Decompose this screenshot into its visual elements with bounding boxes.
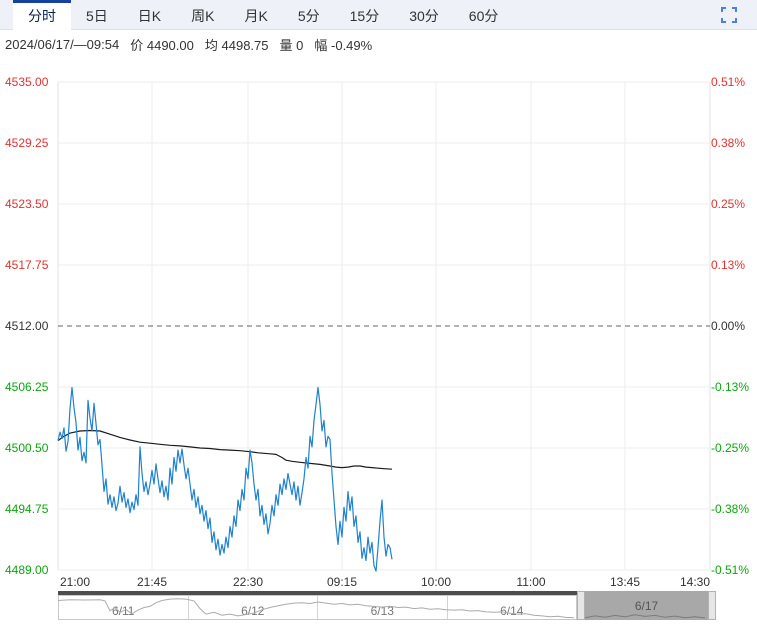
quote-change: 幅 -0.49% [314,37,373,53]
x-axis-time-label: 13:45 [609,575,641,589]
tab-5min[interactable]: 5分 [283,0,335,29]
x-axis-time-label: 10:00 [420,575,452,589]
y-axis-price-label: 4523.50 [5,197,49,211]
tab-30min[interactable]: 30分 [394,0,454,29]
quote-info-bar: 2024/06/17/—09:54 价 4490.00 均 4498.75 量 … [0,30,757,58]
y-axis-price-label: 4489.00 [5,563,49,577]
tab-60min[interactable]: 60分 [454,0,514,29]
tab-5day[interactable]: 5日 [71,0,123,29]
tab-weekly-k[interactable]: 周K [176,0,229,29]
navigator-day-6-14[interactable]: 6/14 [448,596,577,619]
navigator-day-6-11[interactable]: 6/11 [59,596,189,619]
quote-price: 价 4490.00 [130,37,194,53]
x-axis-time-label: 21:45 [136,575,168,589]
y-axis-price-label: 4506.25 [5,380,49,394]
x-axis-time-label: 11:00 [516,575,546,589]
period-tab-bar: 分时 5日 日K 周K 月K 5分 15分 30分 60分 [0,0,757,30]
y-axis-percent-label: 0.25% [711,197,746,211]
navigator-day-6-12[interactable]: 6/12 [189,596,318,619]
x-axis-time-label: 21:00 [59,575,91,589]
y-axis-percent-label: -0.51% [711,563,750,577]
y-axis-percent-label: 0.38% [711,136,746,150]
tab-minute[interactable]: 分时 [13,0,71,30]
y-axis-percent-label: -0.25% [711,441,750,455]
navigator-selected-range: 6/17 [577,591,716,620]
y-axis-percent-label: 0.51% [711,75,746,89]
tab-daily-k[interactable]: 日K [123,0,176,29]
tab-15min[interactable]: 15分 [335,0,395,29]
quote-volume: 量 0 [279,37,304,53]
navigator-handle-right[interactable] [708,591,716,620]
tab-monthly-k[interactable]: 月K [229,0,282,29]
y-axis-price-label: 4517.75 [5,258,49,272]
quote-datetime: 2024/06/17/—09:54 [5,36,120,52]
navigator-selected-day[interactable]: 6/17 [585,591,708,620]
y-axis-percent-label: -0.13% [711,380,750,394]
y-axis-price-label: 4500.50 [5,441,49,455]
quote-average: 均 4498.75 [204,37,269,53]
y-axis-percent-label: -0.38% [711,502,750,516]
y-axis-price-label: 4494.75 [5,502,49,516]
y-axis-price-label: 4512.00 [5,319,49,333]
y-axis-percent-label: 0.00% [711,319,746,333]
y-axis-percent-label: 0.13% [711,258,746,272]
x-axis-time-label: 09:15 [326,575,358,589]
chart-canvas [57,81,711,572]
navigator-handle-left[interactable] [577,591,585,620]
intraday-chart[interactable]: 4535.00 4529.25 4523.50 4517.75 4512.00 4506.… [0,0,757,631]
navigator-day-6-13[interactable]: 6/13 [318,596,448,619]
y-axis-price-label: 4529.25 [5,136,49,150]
date-navigator: 6/11 6/12 6/13 6/14 6/17 [58,591,716,620]
y-axis-price-label: 4535.00 [5,75,49,89]
fullscreen-icon[interactable] [721,7,737,23]
period-tabs: 分时 5日 日K 周K 月K 5分 15分 30分 60分 [13,0,514,30]
x-axis-time-label: 22:30 [232,575,264,589]
x-axis-time-label: 14:30 [679,575,711,589]
navigator-days: 6/11 6/12 6/13 6/14 [58,595,577,620]
